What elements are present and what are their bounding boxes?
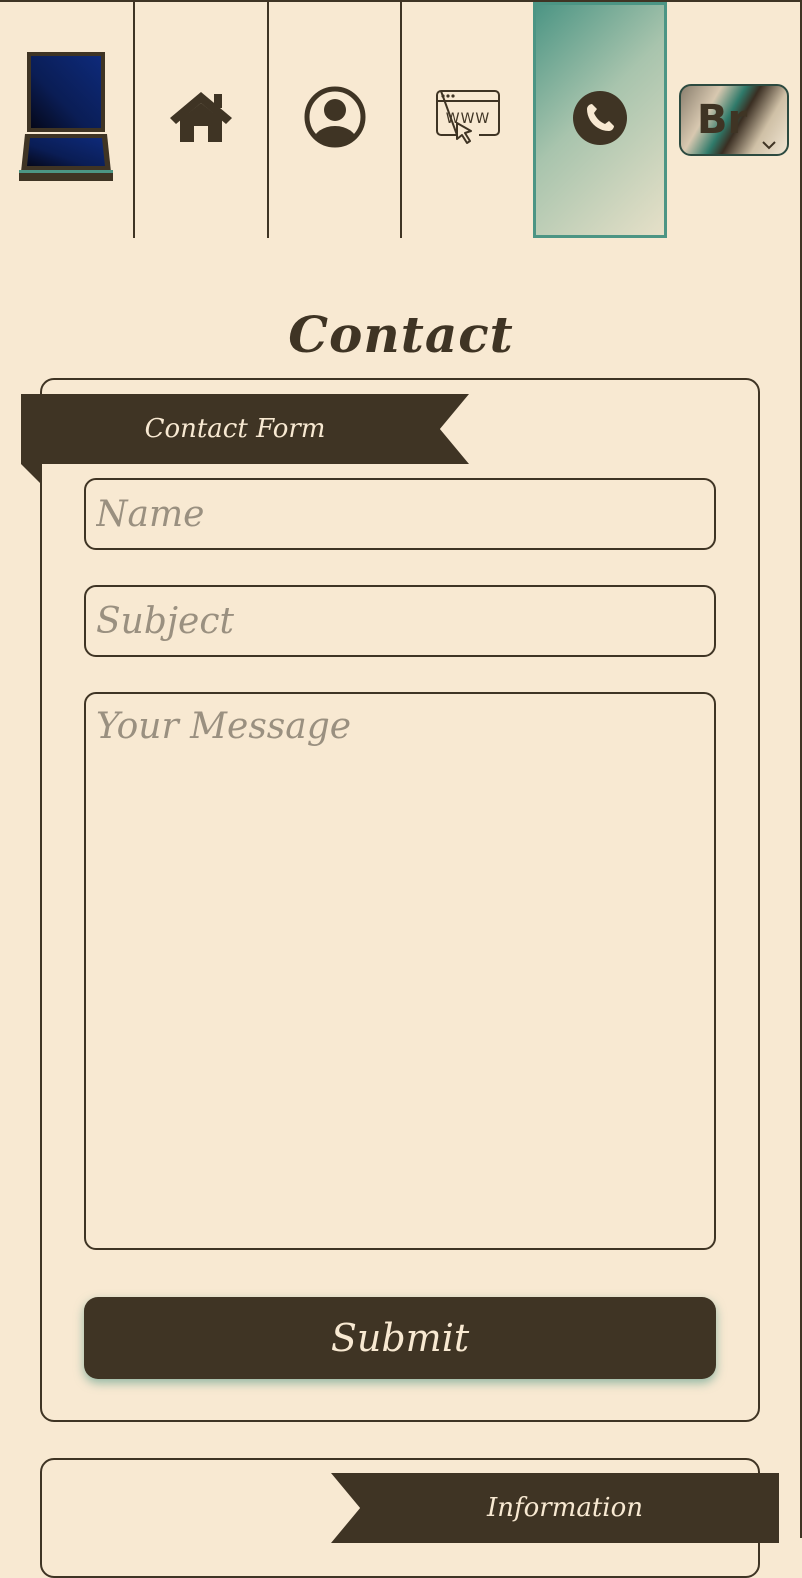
browser-www-icon: WWW [435,89,501,149]
home-icon [168,90,234,148]
information-ribbon-label: Information [486,1493,644,1523]
message-textarea[interactable] [84,692,716,1250]
contact-form-ribbon-label: Contact Form [144,414,326,444]
nav-contact[interactable] [533,2,667,238]
chevron-down-icon [761,114,777,160]
logo[interactable] [0,0,133,238]
laptop-icon [18,50,115,188]
language-selector[interactable]: Br [679,84,789,156]
phone-icon [573,91,627,149]
user-circle-icon [304,86,366,152]
name-input[interactable] [84,478,716,550]
subject-input[interactable] [84,585,716,657]
language-label: Br [697,97,748,143]
ribbon-fold [21,464,41,484]
svg-text:WWW: WWW [445,111,490,127]
nav-home[interactable] [135,0,267,238]
page-title: Contact [288,305,514,364]
nav-web[interactable]: WWW [402,0,533,238]
submit-button[interactable]: Submit [84,1297,716,1379]
information-ribbon: Information [331,1473,779,1543]
contact-form-ribbon: Contact Form [21,394,469,464]
top-nav: WWW Br [0,0,802,238]
nav-profile[interactable] [269,0,400,238]
